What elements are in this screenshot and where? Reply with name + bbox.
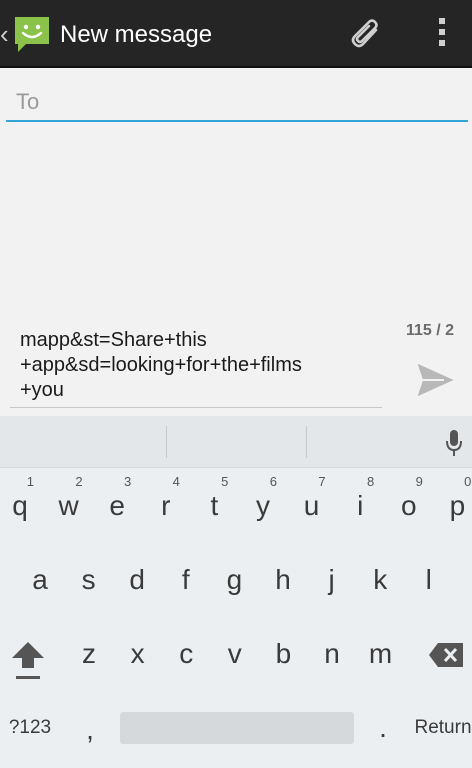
key-label: y	[256, 490, 270, 521]
key-h[interactable]: h	[261, 550, 305, 610]
key-b[interactable]: b	[261, 624, 305, 684]
key-v[interactable]: v	[213, 624, 257, 684]
key-t[interactable]: t5	[192, 474, 236, 536]
key-f[interactable]: f	[164, 550, 208, 610]
key-label: a	[32, 564, 48, 595]
key-hint: 8	[366, 474, 375, 489]
key-w[interactable]: w2	[47, 474, 91, 536]
key-k[interactable]: k	[358, 550, 402, 610]
key-l[interactable]: l	[407, 550, 451, 610]
key-q[interactable]: q1	[0, 474, 42, 536]
key-x[interactable]: x	[116, 624, 160, 684]
key-label: n	[324, 638, 340, 669]
key-label: b	[275, 638, 292, 669]
key-z[interactable]: z	[67, 624, 111, 684]
send-icon[interactable]	[414, 360, 458, 400]
action-bar: ‹ New message	[0, 0, 472, 68]
key-label: q	[12, 490, 28, 521]
key-label: i	[357, 490, 364, 521]
key-r[interactable]: r4	[144, 474, 188, 536]
key-label: v	[227, 638, 242, 669]
message-field[interactable]: mapp&st=Share+this +app&sd=looking+for+t…	[10, 316, 382, 408]
key-a[interactable]: a	[18, 550, 62, 610]
keyboard: ?123 , . Return q1w2e3r4t5y6u7i8o9p0asdf…	[0, 416, 472, 768]
message-text: mapp&st=Share+this +app&sd=looking+for+t…	[20, 329, 302, 401]
key-hint: 3	[123, 474, 132, 489]
compose-area: mapp&st=Share+this +app&sd=looking+for+t…	[0, 70, 472, 416]
key-label: u	[303, 490, 320, 521]
key-hint: 7	[318, 474, 326, 489]
backspace-icon[interactable]	[428, 642, 464, 668]
shift-icon[interactable]	[10, 638, 46, 682]
return-key[interactable]: Return	[412, 698, 472, 758]
key-g[interactable]: g	[212, 550, 256, 610]
key-label: d	[129, 564, 145, 595]
key-c[interactable]: c	[164, 624, 208, 684]
key-label: s	[81, 564, 96, 595]
key-hint: 0	[464, 474, 472, 489]
back-icon[interactable]: ‹	[0, 21, 10, 47]
key-o[interactable]: o9	[387, 474, 431, 536]
recipient-input[interactable]	[6, 84, 468, 122]
space-key[interactable]	[120, 712, 354, 744]
comma-key[interactable]: ,	[62, 700, 118, 760]
key-e[interactable]: e3	[95, 474, 139, 536]
key-hint: 5	[221, 474, 229, 489]
key-label: t	[210, 490, 219, 521]
key-label: m	[368, 638, 393, 669]
key-hint: 9	[415, 474, 423, 489]
key-d[interactable]: d	[115, 550, 159, 610]
key-label: j	[328, 564, 335, 595]
page-title: New message	[60, 21, 213, 48]
key-hint: 1	[26, 474, 34, 489]
key-j[interactable]: j	[310, 550, 354, 610]
key-label: h	[275, 564, 291, 595]
overflow-menu-icon[interactable]	[436, 18, 448, 52]
key-hint: 2	[75, 474, 83, 489]
key-label: l	[425, 564, 432, 595]
key-label: c	[179, 638, 194, 669]
key-label: p	[449, 490, 466, 521]
key-label: x	[130, 638, 145, 669]
key-label: r	[161, 490, 171, 521]
key-label: f	[181, 564, 190, 595]
symbols-key[interactable]: ?123	[2, 698, 58, 758]
character-counter: 115 / 2	[406, 322, 455, 339]
attach-icon[interactable]	[346, 16, 386, 56]
key-s[interactable]: s	[67, 550, 111, 610]
key-label: k	[373, 564, 388, 595]
messaging-app-icon[interactable]	[12, 14, 52, 54]
key-label: o	[401, 490, 417, 521]
suggestion-divider	[166, 426, 167, 458]
key-y[interactable]: y6	[241, 474, 285, 536]
key-label: z	[82, 638, 96, 669]
key-hint: 4	[172, 474, 180, 489]
key-m[interactable]: m	[359, 624, 403, 684]
key-i[interactable]: i8	[338, 474, 382, 536]
key-label: e	[109, 490, 125, 521]
suggestion-strip	[0, 416, 472, 468]
key-p[interactable]: p0	[435, 474, 472, 536]
microphone-icon[interactable]	[444, 428, 464, 458]
key-n[interactable]: n	[310, 624, 354, 684]
key-hint: 6	[269, 474, 277, 489]
period-key[interactable]: .	[356, 698, 410, 758]
key-u[interactable]: u7	[290, 474, 334, 536]
key-label: w	[58, 490, 79, 521]
key-label: g	[226, 564, 243, 595]
suggestion-divider	[306, 426, 307, 458]
